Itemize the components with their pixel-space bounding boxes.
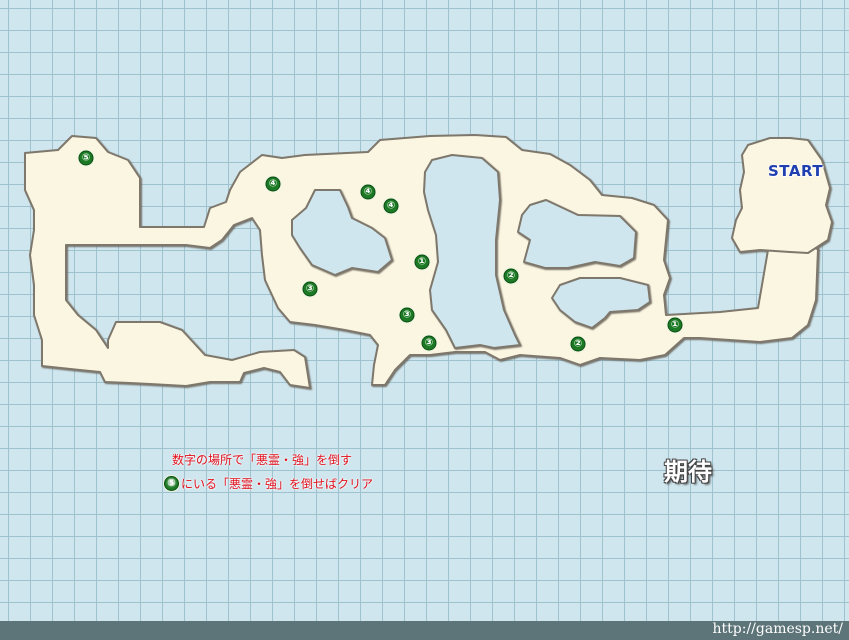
legend-instruction: 数字の場所で「悪霊・強」を倒す [172,453,353,467]
legend-marker-5: ⑤ [164,476,179,491]
marker-5-west-room: ⑤ [78,150,94,166]
start-room [731,137,833,254]
marker-1-center: ① [414,254,430,270]
footer-url: http://gamesp.net/ [712,621,844,637]
marker-4-center-a: ④ [360,184,376,200]
legend-clear-text: にいる「悪霊・強」を倒せばクリア [181,477,374,491]
marker-3-left: ③ [302,281,318,297]
start-label: START [768,162,824,180]
marker-2-upper: ② [503,268,519,284]
marker-2-lower: ② [570,336,586,352]
marker-4-upper-left: ④ [265,176,281,192]
dungeon-map: ⑤ ④ ④ ④ ① ③ ③ ③ ② ② ① START 数字の場所で「悪霊・強」… [0,0,849,640]
marker-3-center: ③ [399,307,415,323]
marker-1-east: ① [667,317,683,333]
dungeon-floor-layout [24,134,833,389]
expect-label: 期待 [664,458,712,486]
marker-4-center-b: ④ [383,198,399,214]
legend-clear-condition: ⑤ にいる「悪霊・強」を倒せばクリア [164,475,373,492]
marker-3-lower: ③ [421,335,437,351]
